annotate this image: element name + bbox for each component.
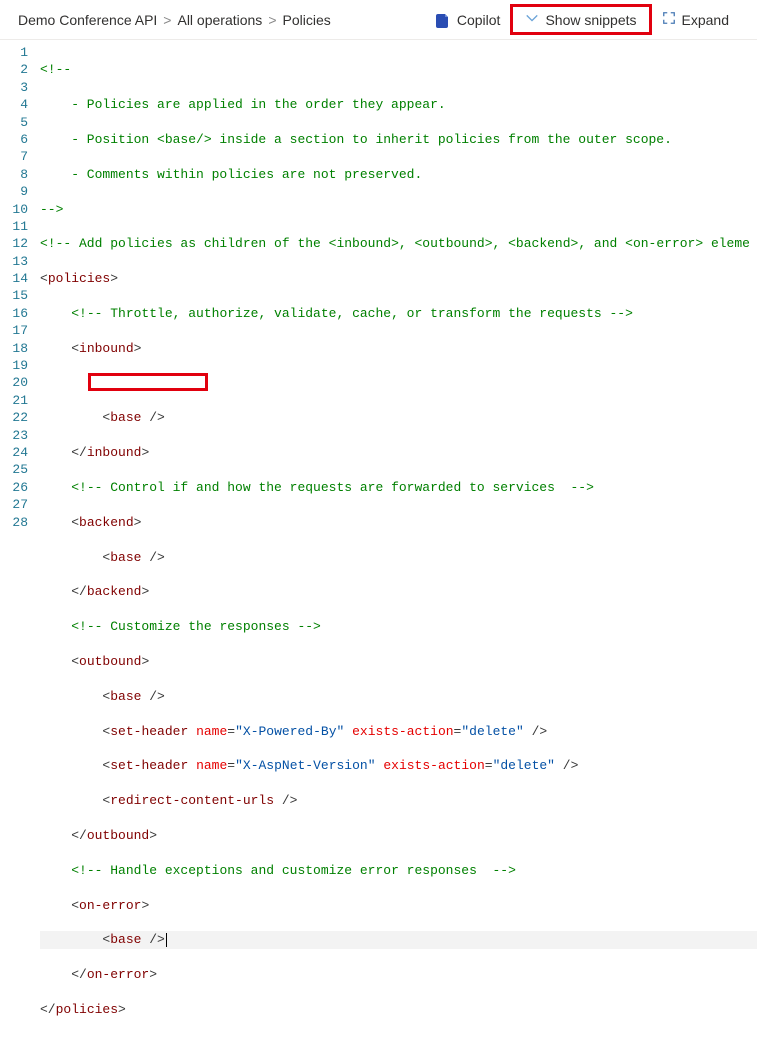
code-line[interactable]: <inbound> <box>40 340 757 357</box>
code-line[interactable]: - Policies are applied in the order they… <box>40 96 757 113</box>
copilot-button[interactable]: Copilot <box>425 8 511 32</box>
expand-button[interactable]: Expand <box>652 7 739 32</box>
line-number: 11 <box>0 218 28 235</box>
chevron-down-icon <box>525 11 539 28</box>
line-number: 7 <box>0 148 28 165</box>
line-number: 27 <box>0 496 28 513</box>
breadcrumb-sep: > <box>163 12 171 28</box>
line-number: 13 <box>0 253 28 270</box>
breadcrumb-item-operations[interactable]: All operations <box>177 12 262 28</box>
code-line[interactable]: <!-- Throttle, authorize, validate, cach… <box>40 305 757 322</box>
line-number: 6 <box>0 131 28 148</box>
line-number: 2 <box>0 61 28 78</box>
code-content[interactable]: <!-- - Policies are applied in the order… <box>40 44 757 1053</box>
copilot-label: Copilot <box>457 12 501 28</box>
line-number: 4 <box>0 96 28 113</box>
code-line[interactable]: <base /> <box>40 549 757 566</box>
text-cursor-icon <box>166 933 167 947</box>
line-number: 16 <box>0 305 28 322</box>
code-line[interactable]: <!-- Handle exceptions and customize err… <box>40 862 757 879</box>
header-actions: Copilot Show snippets Expand <box>425 4 739 35</box>
code-line[interactable]: <base /> <box>40 688 757 705</box>
code-line[interactable]: <on-error> <box>40 897 757 914</box>
line-number: 1 <box>0 44 28 61</box>
code-line[interactable]: <policies> <box>40 270 757 287</box>
breadcrumb-sep: > <box>268 12 276 28</box>
line-number: 19 <box>0 357 28 374</box>
breadcrumb-item-policies[interactable]: Policies <box>283 12 331 28</box>
editor-header: Demo Conference API > All operations > P… <box>0 0 757 40</box>
code-line[interactable]: - Comments within policies are not prese… <box>40 166 757 183</box>
copilot-icon <box>435 12 451 28</box>
code-line[interactable]: <!-- Control if and how the requests are… <box>40 479 757 496</box>
line-number: 5 <box>0 114 28 131</box>
breadcrumb-item-api[interactable]: Demo Conference API <box>18 12 157 28</box>
code-line[interactable]: --> <box>40 201 757 218</box>
line-number-gutter: 1 2 3 4 5 6 7 8 9 10 11 12 13 14 15 16 1… <box>0 44 40 1053</box>
expand-icon <box>662 11 676 28</box>
show-snippets-highlight: Show snippets <box>510 4 651 35</box>
code-editor[interactable]: 1 2 3 4 5 6 7 8 9 10 11 12 13 14 15 16 1… <box>0 40 757 1053</box>
code-line[interactable]: <!-- <box>40 61 757 78</box>
show-snippets-button[interactable]: Show snippets <box>519 9 642 30</box>
line-number: 25 <box>0 461 28 478</box>
code-line[interactable]: <set-header name="X-Powered-By" exists-a… <box>40 723 757 740</box>
line-number: 28 <box>0 514 28 531</box>
code-line[interactable] <box>40 375 757 392</box>
code-line[interactable]: <!-- Customize the responses --> <box>40 618 757 635</box>
line-number: 14 <box>0 270 28 287</box>
code-line[interactable]: </backend> <box>40 583 757 600</box>
line-number: 8 <box>0 166 28 183</box>
line-number: 20 <box>0 374 28 391</box>
line-number: 15 <box>0 287 28 304</box>
line-number: 24 <box>0 444 28 461</box>
line-number: 18 <box>0 340 28 357</box>
show-snippets-label: Show snippets <box>545 12 636 28</box>
expand-label: Expand <box>682 12 729 28</box>
code-line[interactable]: </outbound> <box>40 827 757 844</box>
code-line[interactable]: <outbound> <box>40 653 757 670</box>
line-number: 17 <box>0 322 28 339</box>
line-number: 12 <box>0 235 28 252</box>
line-number: 21 <box>0 392 28 409</box>
breadcrumb: Demo Conference API > All operations > P… <box>18 12 331 28</box>
highlight-box-icon <box>88 373 208 391</box>
code-line[interactable]: <base /> <box>40 409 757 426</box>
code-line[interactable]: </inbound> <box>40 444 757 461</box>
line-number: 10 <box>0 201 28 218</box>
code-line[interactable]: <base /> <box>40 931 757 948</box>
line-number: 3 <box>0 79 28 96</box>
code-line[interactable]: </policies> <box>40 1001 757 1018</box>
line-number: 9 <box>0 183 28 200</box>
code-line[interactable]: <!-- Add policies as children of the <in… <box>40 235 757 252</box>
line-number: 26 <box>0 479 28 496</box>
code-line[interactable]: <set-header name="X-AspNet-Version" exis… <box>40 757 757 774</box>
line-number: 22 <box>0 409 28 426</box>
line-number: 23 <box>0 427 28 444</box>
code-line[interactable]: <redirect-content-urls /> <box>40 792 757 809</box>
code-line[interactable]: <backend> <box>40 514 757 531</box>
code-line[interactable]: - Position <base/> inside a section to i… <box>40 131 757 148</box>
code-line[interactable]: </on-error> <box>40 966 757 983</box>
